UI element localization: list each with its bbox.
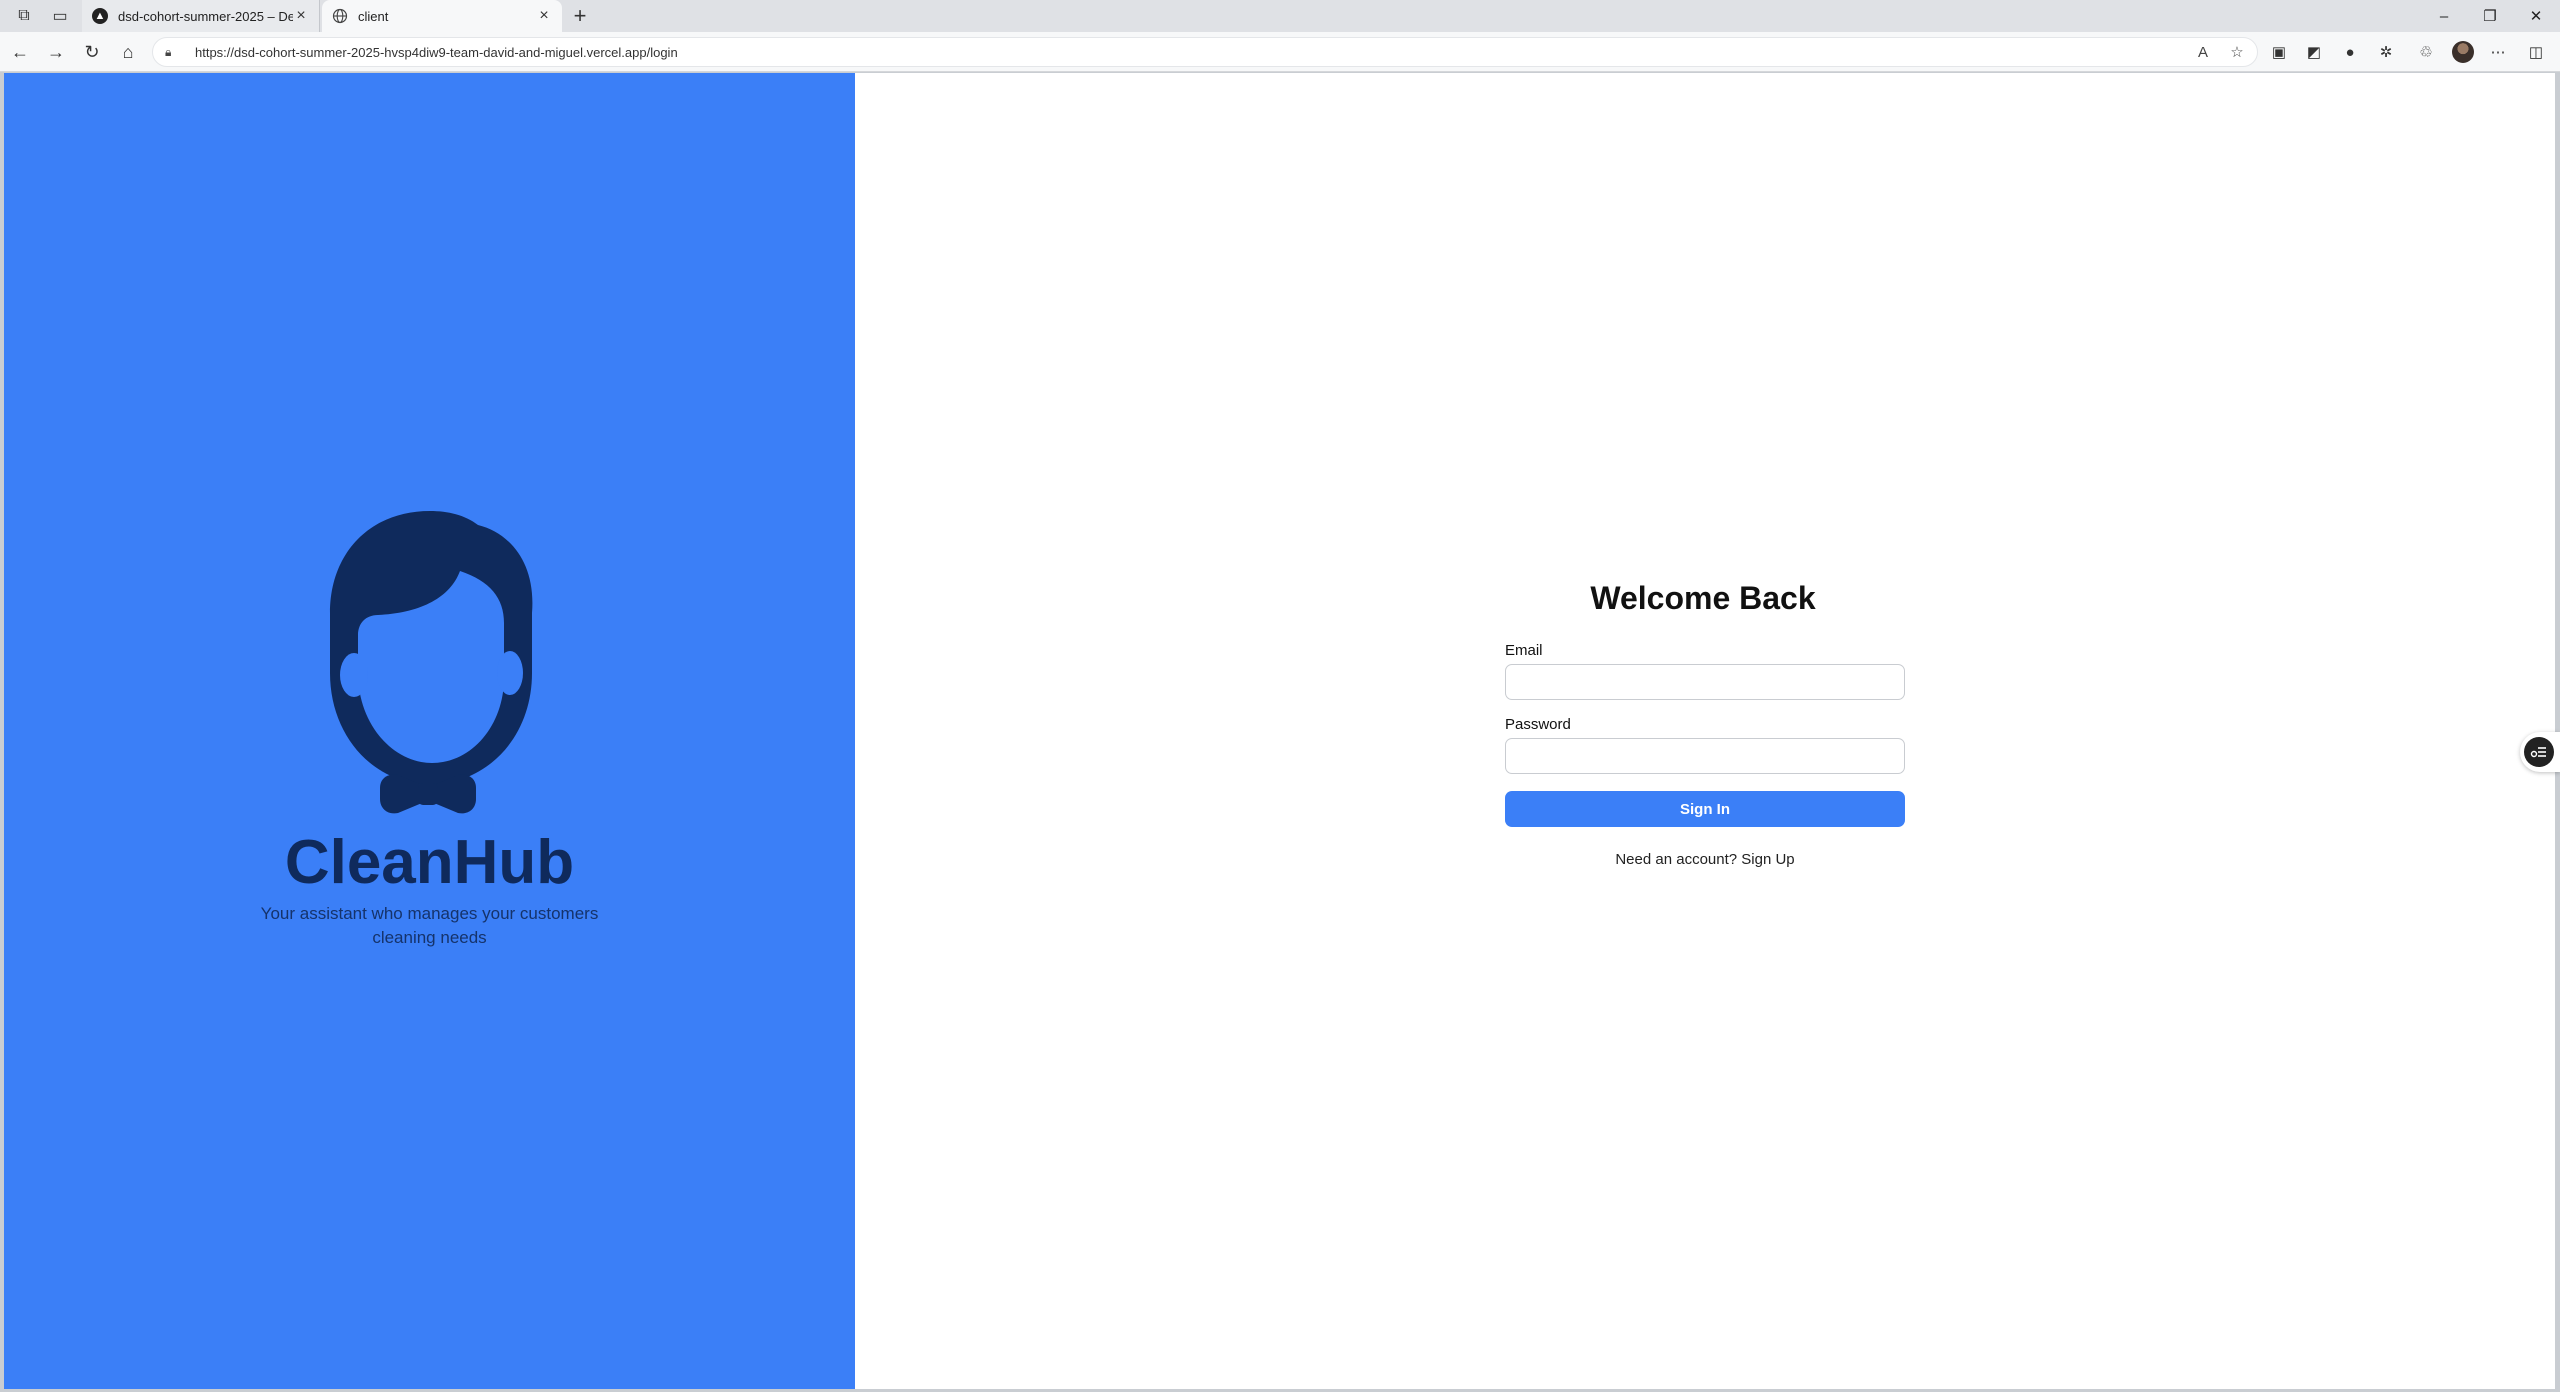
assistant-icon — [2524, 737, 2554, 767]
sidebar-toggle-icon[interactable]: ◫ — [2524, 40, 2548, 64]
tab-title: dsd-cohort-summer-2025 – Deplo — [118, 8, 293, 24]
back-button[interactable]: ← — [8, 40, 32, 64]
read-aloud-icon[interactable]: A — [2193, 42, 2213, 62]
extension-icon[interactable]: ▣ — [2267, 40, 2291, 64]
restore-button[interactable]: ❐ — [2467, 0, 2513, 32]
favorite-star-icon[interactable]: ☆ — [2227, 42, 2247, 62]
home-button[interactable]: ⌂ — [116, 40, 140, 64]
forward-button[interactable]: → — [44, 40, 68, 64]
extension-icon[interactable]: ◩ — [2302, 40, 2326, 64]
url-text[interactable]: https://dsd-cohort-summer-2025-hvsp4diw9… — [195, 45, 678, 60]
page-title: Welcome Back — [1590, 580, 1816, 616]
browser-essentials-icon[interactable]: ♲ — [2414, 40, 2438, 64]
brand-panel: CleanHub Your assistant who manages your… — [4, 73, 855, 1389]
brand-block: CleanHub Your assistant who manages your… — [4, 503, 855, 950]
password-label: Password — [1505, 716, 1571, 733]
login-page: CleanHub Your assistant who manages your… — [4, 73, 2555, 1389]
extensions-puzzle-icon[interactable]: ✲ — [2374, 40, 2398, 64]
brand-name: CleanHub — [284, 828, 575, 897]
signup-prompt: Need an account? — [1615, 851, 1738, 868]
address-bar[interactable]: 🔒︎ https://dsd-cohort-summer-2025-hvsp4d… — [152, 37, 2258, 67]
more-menu-icon[interactable]: ⋯ — [2486, 40, 2510, 64]
profile-avatar[interactable] — [2452, 41, 2474, 63]
lock-icon[interactable]: 🔒︎ — [165, 45, 181, 60]
new-tab-button[interactable]: + — [568, 3, 592, 28]
vercel-icon: ▲ — [92, 8, 108, 24]
close-icon[interactable]: × — [536, 7, 552, 25]
assistant-fab[interactable] — [2520, 732, 2560, 772]
sign-in-button[interactable]: Sign In — [1505, 791, 1905, 827]
tab-actions-icon[interactable]: ▭ — [48, 4, 72, 28]
extension-icon[interactable]: ● — [2338, 40, 2362, 64]
sign-up-link[interactable]: Sign Up — [1741, 851, 1794, 868]
tab-title: client — [358, 8, 389, 24]
signup-prompt-line: Need an account? Sign Up — [1505, 851, 1905, 868]
email-field[interactable] — [1505, 664, 1905, 700]
globe-icon — [332, 8, 348, 24]
form-panel — [855, 73, 2555, 1389]
close-window-button[interactable]: ✕ — [2513, 0, 2559, 32]
minimize-button[interactable]: – — [2421, 0, 2467, 32]
reload-button[interactable]: ↻ — [80, 40, 104, 64]
tab-client[interactable]: client × — [322, 0, 562, 32]
browser-toolbar: ← → ↻ ⌂ 🔒︎ https://dsd-cohort-summer-202… — [0, 32, 2560, 72]
brand-tagline: Your assistant who manages your customer… — [260, 904, 599, 947]
close-icon[interactable]: × — [293, 7, 309, 25]
password-field[interactable] — [1505, 738, 1905, 774]
butler-icon — [329, 511, 532, 814]
tab-deployments[interactable]: ▲ dsd-cohort-summer-2025 – Deplo × — [82, 0, 320, 32]
email-label: Email — [1505, 642, 1543, 659]
workspaces-icon[interactable]: ⧉ — [12, 4, 36, 28]
tab-strip: ⧉ ▭ ▲ dsd-cohort-summer-2025 – Deplo × c… — [0, 0, 2560, 32]
